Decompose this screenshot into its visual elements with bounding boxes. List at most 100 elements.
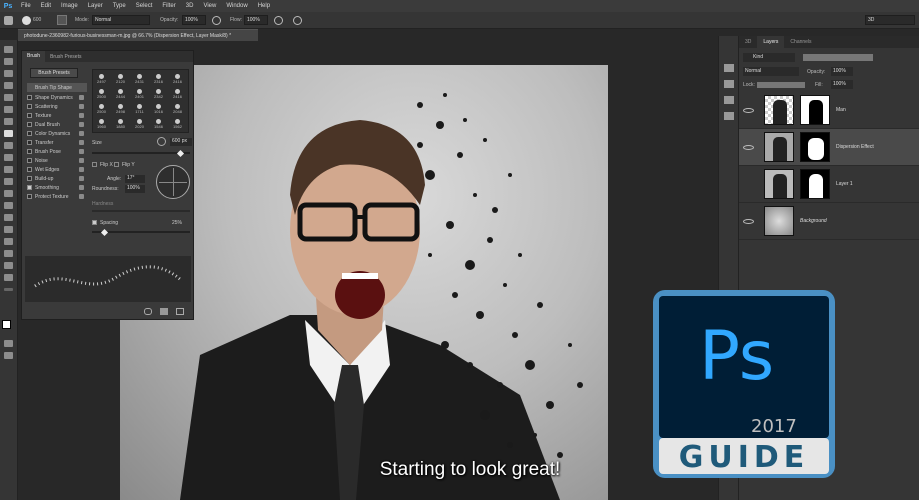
brush-tool-icon[interactable] [4, 130, 13, 137]
clone-source-icon[interactable] [724, 112, 734, 120]
tab-brush[interactable]: Brush [22, 51, 46, 62]
lock-icon[interactable] [79, 185, 84, 190]
workspace-select[interactable]: 3D [865, 15, 915, 25]
checkbox[interactable] [27, 167, 32, 172]
brush-tip[interactable]: 2316 [152, 74, 165, 84]
move-tool-icon[interactable] [4, 46, 13, 53]
checkbox[interactable] [27, 194, 32, 199]
lock-icon[interactable] [79, 95, 84, 100]
brush-option-scattering[interactable]: Scattering [27, 102, 87, 111]
more-tools-icon[interactable] [4, 288, 13, 291]
type-tool-icon[interactable] [4, 226, 13, 233]
checkbox[interactable] [27, 95, 32, 100]
brush-tip[interactable]: 2431 [133, 74, 146, 84]
menu-image[interactable]: Image [56, 3, 83, 9]
quick-mask-icon[interactable] [4, 340, 13, 347]
layer-name[interactable]: Layer 1 [836, 181, 853, 187]
history-brush-tool-icon[interactable] [4, 154, 13, 161]
brush-option-transfer[interactable]: Transfer [27, 138, 87, 147]
pen-tool-icon[interactable] [4, 214, 13, 221]
lock-icon[interactable] [79, 194, 84, 199]
size-field[interactable]: 600 px [170, 138, 192, 146]
lock-icon[interactable] [79, 140, 84, 145]
healing-tool-icon[interactable] [4, 118, 13, 125]
create-brush-icon[interactable] [160, 308, 168, 315]
shape-tool-icon[interactable] [4, 250, 13, 257]
angle-field[interactable]: 17° [125, 175, 145, 183]
eraser-tool-icon[interactable] [4, 166, 13, 173]
menu-help[interactable]: Help [253, 3, 275, 9]
checkbox[interactable] [27, 158, 32, 163]
new-preset-icon[interactable] [176, 308, 184, 315]
lock-icon[interactable] [79, 176, 84, 181]
brush-tip[interactable]: 2020 [133, 119, 146, 129]
paragraph-panel-icon[interactable] [724, 80, 734, 88]
layer-filter-icons[interactable] [803, 54, 873, 61]
tab-3d[interactable]: 3D [739, 39, 757, 45]
brush-tip[interactable]: 2342 [152, 89, 165, 99]
marquee-tool-icon[interactable] [4, 58, 13, 65]
layer-thumbnail[interactable] [764, 206, 794, 236]
brush-tip[interactable]: 1711 [133, 104, 146, 114]
lock-icon[interactable] [79, 104, 84, 109]
layer-name[interactable]: Background [800, 218, 827, 224]
opacity-field[interactable]: 100% [182, 15, 206, 25]
lock-icon[interactable] [79, 167, 84, 172]
layer-mask-thumbnail[interactable] [800, 95, 830, 125]
quick-select-tool-icon[interactable] [4, 82, 13, 89]
visibility-eye-icon[interactable] [743, 218, 754, 224]
toggle-live-tip-icon[interactable] [144, 308, 152, 315]
tab-brush-presets[interactable]: Brush Presets [45, 54, 86, 60]
character-panel-icon[interactable] [724, 64, 734, 72]
eyedropper-tool-icon[interactable] [4, 106, 13, 113]
path-select-tool-icon[interactable] [4, 238, 13, 245]
layer-thumbnail[interactable] [764, 95, 794, 125]
roundness-field[interactable]: 100% [125, 185, 145, 193]
spacing-checkbox[interactable] [92, 220, 97, 225]
brush-option-build-up[interactable]: Build-up [27, 174, 87, 183]
size-slider[interactable] [92, 152, 190, 154]
screen-mode-icon[interactable] [4, 352, 13, 359]
brush-tip[interactable]: 2497 [95, 74, 108, 84]
brush-option-brush-pose[interactable]: Brush Pose [27, 147, 87, 156]
fill-field[interactable]: 100% [831, 80, 853, 89]
clone-stamp-tool-icon[interactable] [4, 142, 13, 149]
layer-row-layer-1[interactable]: Layer 1 [739, 166, 919, 203]
brush-option-shape-dynamics[interactable]: Shape Dynamics [27, 93, 87, 102]
layer-thumbnail[interactable] [764, 169, 794, 199]
tab-channels[interactable]: Channels [784, 39, 817, 45]
menu-view[interactable]: View [198, 3, 221, 9]
layer-row-dispersion-effect[interactable]: Dispersion Effect [739, 129, 919, 166]
hardness-slider[interactable] [92, 210, 190, 212]
visibility-eye-icon[interactable] [743, 144, 754, 150]
menu-layer[interactable]: Layer [83, 3, 108, 9]
brush-preset-picker-icon[interactable] [22, 16, 31, 25]
mode-select[interactable]: Normal [92, 15, 150, 25]
zoom-tool-icon[interactable] [4, 274, 13, 281]
visibility-eye-icon[interactable] [743, 107, 754, 113]
brush-tip[interactable]: 1562 [171, 119, 184, 129]
lock-icon[interactable] [79, 158, 84, 163]
brush-option-texture[interactable]: Texture [27, 111, 87, 120]
brush-option-dual-brush[interactable]: Dual Brush [27, 120, 87, 129]
flip-x-checkbox[interactable] [92, 162, 97, 167]
layer-mask-thumbnail[interactable] [800, 132, 830, 162]
layer-name[interactable]: Dispersion Effect [836, 144, 874, 150]
reset-size-icon[interactable] [157, 137, 166, 146]
checkbox[interactable] [27, 104, 32, 109]
brush-panel-toggle-icon[interactable] [57, 15, 67, 25]
angle-roundness-widget[interactable] [156, 165, 190, 199]
checkbox[interactable] [27, 140, 32, 145]
brush-tip[interactable]: 1546 [152, 119, 165, 129]
blur-tool-icon[interactable] [4, 190, 13, 197]
checkbox[interactable] [27, 122, 32, 127]
menu-window[interactable]: Window [221, 3, 252, 9]
dodge-tool-icon[interactable] [4, 202, 13, 209]
brush-tip[interactable]: 2498 [114, 104, 127, 114]
checkbox[interactable] [27, 176, 32, 181]
spacing-value[interactable]: 25% [172, 220, 182, 226]
brush-tip[interactable]: 1016 [152, 104, 165, 114]
flow-field[interactable]: 100% [244, 15, 268, 25]
lasso-tool-icon[interactable] [4, 70, 13, 77]
checkbox[interactable] [27, 113, 32, 118]
